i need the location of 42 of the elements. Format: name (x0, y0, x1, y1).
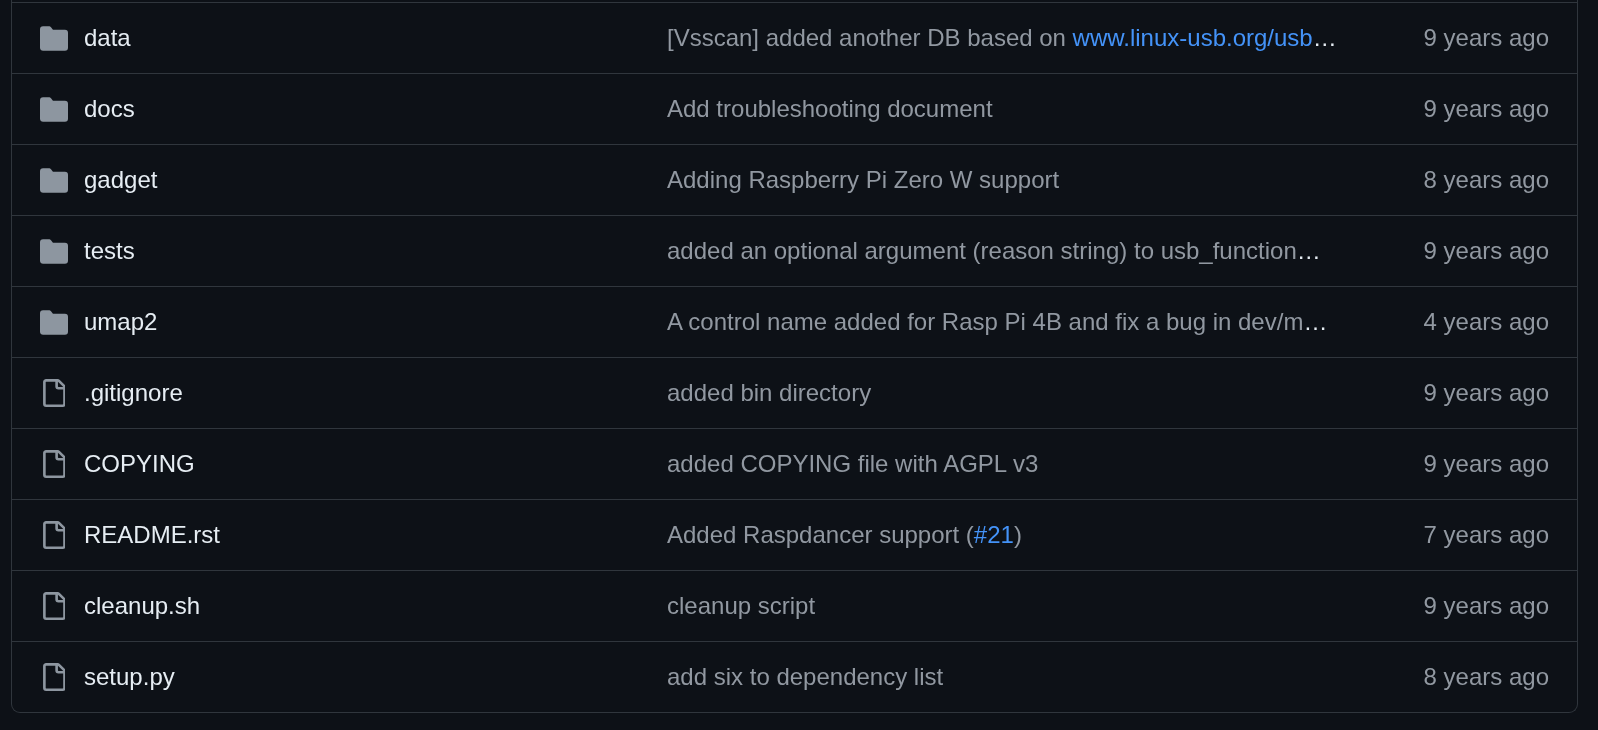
commit-message[interactable]: A control name added for Rasp Pi 4B and fix a bug in dev/m… (667, 307, 1328, 337)
file-icon (43, 663, 65, 691)
commit-message[interactable]: add six to dependency list (667, 662, 944, 692)
commit-message[interactable]: Adding Raspberry Pi Zero W support (667, 165, 1060, 195)
commit-date: 8 years ago (1423, 165, 1549, 195)
file-name-link[interactable]: tests (84, 236, 135, 266)
commit-message[interactable]: [Vsscan] added another DB based on www.linux-usb.org/usb… (667, 23, 1337, 53)
commit-date: 9 years ago (1423, 236, 1549, 266)
folder-icon (40, 25, 68, 51)
commit-message[interactable]: Add troubleshooting document (667, 94, 993, 124)
commit-date: 4 years ago (1423, 307, 1549, 337)
commit-message[interactable]: added an optional argument (reason string) to usb_function… (667, 236, 1321, 266)
commit-date: 9 years ago (1423, 94, 1549, 124)
file-icon (43, 521, 65, 549)
file-name-link[interactable]: umap2 (84, 307, 158, 337)
commit-date: 9 years ago (1423, 378, 1549, 408)
commit-date: 8 years ago (1423, 662, 1549, 692)
file-name-link[interactable]: gadget (84, 165, 158, 195)
commit-message[interactable]: Added Raspdancer support (#21) (667, 520, 1022, 550)
file-name-link[interactable]: README.rst (84, 520, 220, 550)
commit-date: 9 years ago (1423, 591, 1549, 621)
file-icon (43, 379, 65, 407)
commit-date: 7 years ago (1423, 520, 1549, 550)
file-name-link[interactable]: docs (84, 94, 135, 124)
commit-date: 9 years ago (1423, 449, 1549, 479)
commit-message[interactable]: added COPYING file with AGPL v3 (667, 449, 1039, 479)
file-name-link[interactable]: .gitignore (84, 378, 183, 408)
folder-icon (40, 238, 68, 264)
folder-icon (40, 309, 68, 335)
commit-date: 9 years ago (1423, 23, 1549, 53)
folder-icon (40, 96, 68, 122)
file-icon (43, 592, 65, 620)
inline-link[interactable]: #21 (973, 520, 1014, 548)
folder-icon (40, 167, 68, 193)
file-name-link[interactable]: data (84, 23, 131, 53)
file-icon (43, 450, 65, 478)
commit-message[interactable]: cleanup script (667, 591, 816, 621)
commit-message[interactable]: added bin directory (667, 378, 872, 408)
inline-link[interactable]: www.linux-usb.org/usb (1072, 23, 1313, 51)
file-name-link[interactable]: setup.py (84, 662, 175, 692)
file-name-link[interactable]: cleanup.sh (84, 591, 201, 621)
file-name-link[interactable]: COPYING (84, 449, 195, 479)
